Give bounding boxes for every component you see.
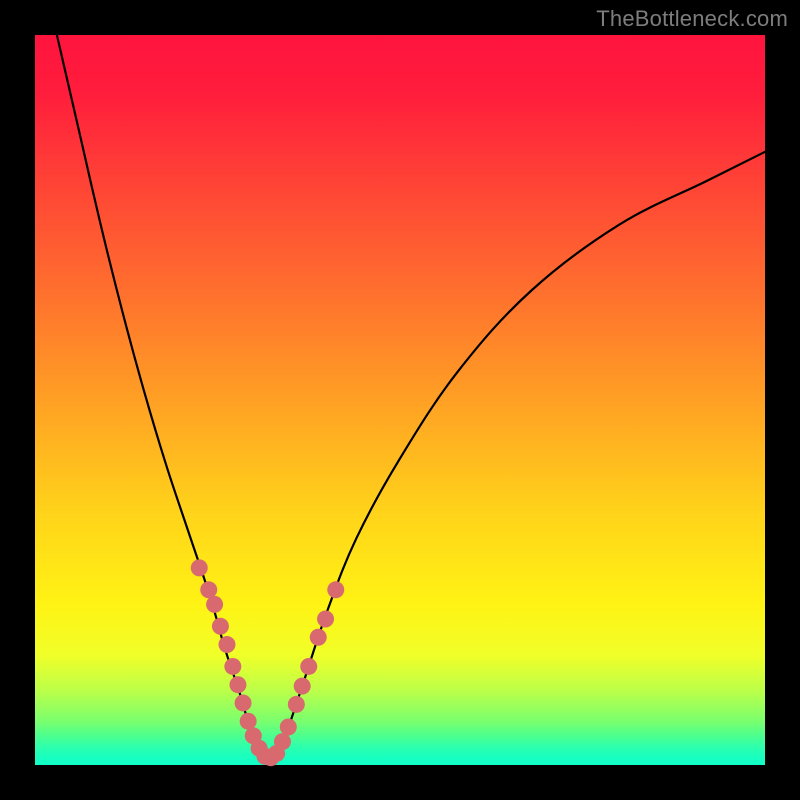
sample-dot <box>300 658 317 675</box>
plot-area <box>35 35 765 765</box>
line-right-path <box>269 152 765 765</box>
sample-dot <box>229 676 246 693</box>
outer-frame: TheBottleneck.com <box>0 0 800 800</box>
sample-dot <box>274 733 291 750</box>
sample-dot <box>235 694 252 711</box>
sample-dot <box>288 696 305 713</box>
sample-dot <box>206 596 223 613</box>
line-left-branch <box>57 35 269 765</box>
sample-dot <box>224 658 241 675</box>
sample-dot <box>317 611 334 628</box>
sample-dot <box>212 618 229 635</box>
sample-dot <box>294 678 311 695</box>
sample-dot <box>310 629 327 646</box>
line-left-path <box>57 35 269 765</box>
sample-dot <box>200 581 217 598</box>
line-right-branch <box>269 152 765 765</box>
sample-dot <box>280 719 297 736</box>
watermark-text: TheBottleneck.com <box>596 6 788 32</box>
sample-dot <box>218 636 235 653</box>
curve-svg <box>35 35 765 765</box>
sample-dot <box>327 581 344 598</box>
sample-dots-group <box>191 559 345 766</box>
sample-dot <box>240 713 257 730</box>
sample-dot <box>191 559 208 576</box>
